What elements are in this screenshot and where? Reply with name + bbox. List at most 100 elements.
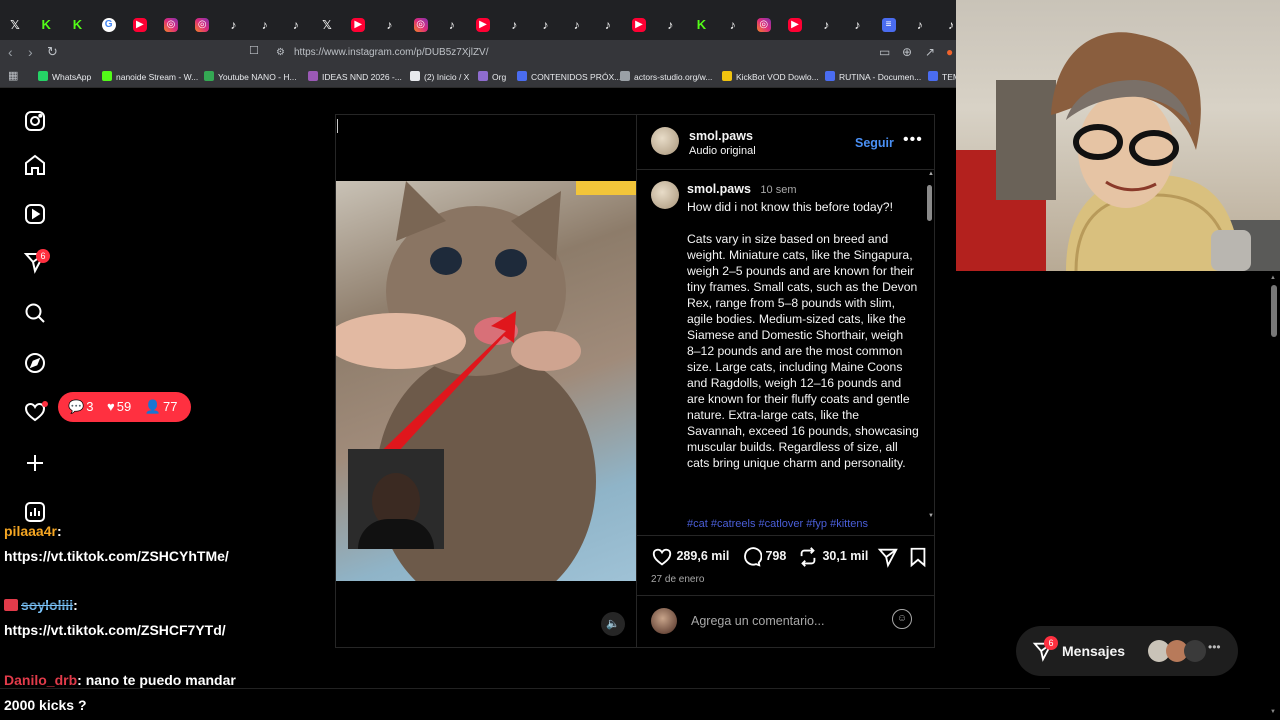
follow-button[interactable]: Seguir — [855, 136, 894, 150]
instagram-logo-icon[interactable] — [23, 109, 47, 133]
tab-instagram-icon[interactable]: ◎ — [195, 18, 210, 32]
tab-tiktok-icon[interactable]: ♪ — [289, 18, 303, 32]
tab-youtube-icon[interactable]: ▶ — [351, 18, 366, 32]
brave-icon[interactable]: ● — [946, 45, 953, 59]
like-action[interactable]: 289,6 mil — [651, 545, 729, 568]
tab-tiktok-icon[interactable]: ♪ — [726, 18, 740, 32]
author-avatar[interactable] — [651, 127, 679, 155]
kitten-video[interactable] — [336, 181, 636, 581]
bookmark-favicon-icon — [204, 71, 214, 81]
like-notif-icon: ♥ — [107, 399, 115, 414]
volume-icon[interactable]: 🔈 — [601, 612, 625, 636]
bookmark-item[interactable]: CONTENIDOS PRÓX... — [517, 70, 621, 84]
bookmark-item[interactable]: (2) Inicio / X — [410, 70, 469, 84]
like-icon[interactable] — [651, 548, 673, 566]
tab-tiktok-icon[interactable]: ♪ — [819, 18, 833, 32]
caption-hashtags[interactable]: #cat #catreels #catlover #fyp #kittens — [687, 518, 919, 530]
tab-x-icon[interactable]: 𝕏 — [8, 18, 22, 32]
tab-tiktok-icon[interactable]: ♪ — [258, 18, 272, 32]
tab-tiktok-icon[interactable]: ♪ — [507, 18, 521, 32]
tab-tiktok-icon[interactable]: ♪ — [913, 18, 927, 32]
chat-username: pilaaa4r — [4, 523, 57, 539]
tab-kick-icon[interactable]: K — [70, 18, 84, 32]
bookmark-favicon-icon — [928, 71, 938, 81]
home-icon[interactable] — [23, 153, 47, 177]
comment-notif-count: 3 — [86, 399, 94, 414]
bookmark-item[interactable]: nanoide Stream - W... — [102, 70, 198, 84]
save-icon-button[interactable] — [907, 545, 929, 568]
webcam-scene — [956, 32, 1280, 271]
tab-instagram-icon[interactable]: ◎ — [164, 18, 178, 32]
tab-youtube-icon[interactable]: ▶ — [476, 18, 490, 32]
repost-action[interactable]: 30,1 mil — [797, 545, 868, 568]
reload-icon[interactable]: ↻ — [47, 44, 58, 60]
post-side-panel: smol.paws Audio original Seguir ••• smol… — [636, 115, 935, 647]
comment-count: 798 — [765, 549, 787, 563]
messages-button[interactable]: 6 Mensajes ••• — [1016, 626, 1238, 676]
emoji-icon[interactable]: ☺ — [892, 609, 912, 629]
explore-icon[interactable] — [23, 351, 47, 375]
chat-message-2: soyloliii: https://vt.tiktok.com/ZSHCF7Y… — [4, 597, 226, 638]
comment-input[interactable]: Agrega un comentario... — [691, 614, 824, 628]
create-plus-icon[interactable] — [23, 451, 47, 475]
page-scrollbar[interactable]: ▲ ▼ — [1268, 271, 1280, 720]
bookmark-item[interactable]: IDEAS NND 2026 -... — [308, 70, 402, 84]
repost-icon[interactable] — [797, 546, 819, 567]
tab-tiktok-icon[interactable]: ♪ — [445, 18, 459, 32]
search-icon[interactable] — [23, 301, 47, 325]
page-scroll-thumb[interactable] — [1271, 285, 1277, 337]
share-icon[interactable]: ↗ — [925, 45, 935, 59]
bookmark-star-icon[interactable]: ☐ — [249, 44, 259, 57]
chat-username: Danilo_drb — [4, 672, 78, 688]
bookmark-item[interactable]: Youtube NANO - H... — [204, 70, 297, 84]
apps-grid-icon[interactable]: ▦ — [8, 69, 18, 82]
forward-icon[interactable]: › — [28, 44, 33, 60]
author-username[interactable]: smol.paws — [689, 129, 753, 143]
bookmark-item[interactable]: RUTINA - Documen... — [825, 70, 921, 84]
caption-avatar[interactable] — [651, 181, 679, 209]
bookmark-item[interactable]: Org — [478, 70, 506, 84]
caption-username[interactable]: smol.paws — [687, 182, 751, 196]
zoom-icon[interactable]: ⊕ — [902, 45, 912, 59]
text-cursor — [337, 119, 338, 133]
share-icon-button[interactable] — [877, 545, 899, 568]
caption-first-line: How did i not know this before today?! — [687, 200, 893, 214]
site-info-icon[interactable]: ⚙ — [276, 43, 285, 63]
tab-youtube-icon[interactable]: ▶ — [788, 18, 802, 32]
bookmark-item[interactable]: KickBot VOD Dowlo... — [722, 70, 819, 84]
tab-tiktok-icon[interactable]: ♪ — [382, 18, 396, 32]
back-icon[interactable]: ‹ — [8, 44, 13, 60]
url-field[interactable]: ⚙ https://www.instagram.com/p/DUB5z7XjlZ… — [268, 43, 868, 63]
tab-youtube-icon[interactable]: ▶ — [632, 18, 646, 32]
audio-label[interactable]: Audio original — [689, 145, 756, 157]
tab-x-icon[interactable]: 𝕏 — [320, 18, 334, 32]
post-actions: 289,6 mil 798 30,1 mil 27 de enero — [637, 535, 935, 587]
tab-kick-icon[interactable]: K — [694, 18, 708, 32]
bookmark-item[interactable]: WhatsApp — [38, 70, 91, 84]
post-media[interactable]: 🔈 — [336, 115, 636, 647]
tab-tiktok-icon[interactable]: ♪ — [538, 18, 552, 32]
tab-google-icon[interactable]: G — [101, 18, 116, 32]
tab-tiktok-icon[interactable]: ♪ — [226, 18, 240, 32]
comment-action[interactable]: 798 — [740, 545, 786, 568]
tab-kick-icon[interactable]: K — [39, 18, 53, 32]
caption-scrollbar[interactable]: ▲ ▼ — [926, 171, 934, 525]
install-app-icon[interactable]: ▭ — [879, 45, 890, 59]
tab-tiktok-icon[interactable]: ♪ — [570, 18, 584, 32]
tab-doc-icon[interactable]: ≡ — [881, 18, 896, 32]
tab-instagram-icon[interactable]: ◎ — [756, 18, 771, 32]
repost-count: 30,1 mil — [822, 549, 869, 563]
bookmark-item[interactable]: actors-studio.org/w... — [620, 70, 712, 84]
reels-icon[interactable] — [23, 202, 47, 226]
caption-scroll-thumb[interactable] — [927, 185, 932, 221]
tab-tiktok-icon[interactable]: ♪ — [601, 18, 615, 32]
tab-tiktok-icon[interactable]: ♪ — [663, 18, 677, 32]
notifications-summary-pill[interactable]: 💬 3 ♥ 59 👤 77 — [58, 392, 191, 422]
tab-instagram-icon[interactable]: ◎ — [413, 18, 428, 32]
comment-icon[interactable] — [740, 546, 763, 567]
tab-tiktok-icon[interactable]: ♪ — [850, 18, 864, 32]
comment-row: Agrega un comentario... ☺ — [637, 595, 935, 647]
bookmarks-bar: ▦ WhatsApp nanoide Stream - W... Youtube N… — [0, 66, 960, 88]
more-options-icon[interactable]: ••• — [903, 131, 923, 149]
tab-youtube-icon[interactable]: ▶ — [132, 18, 147, 32]
